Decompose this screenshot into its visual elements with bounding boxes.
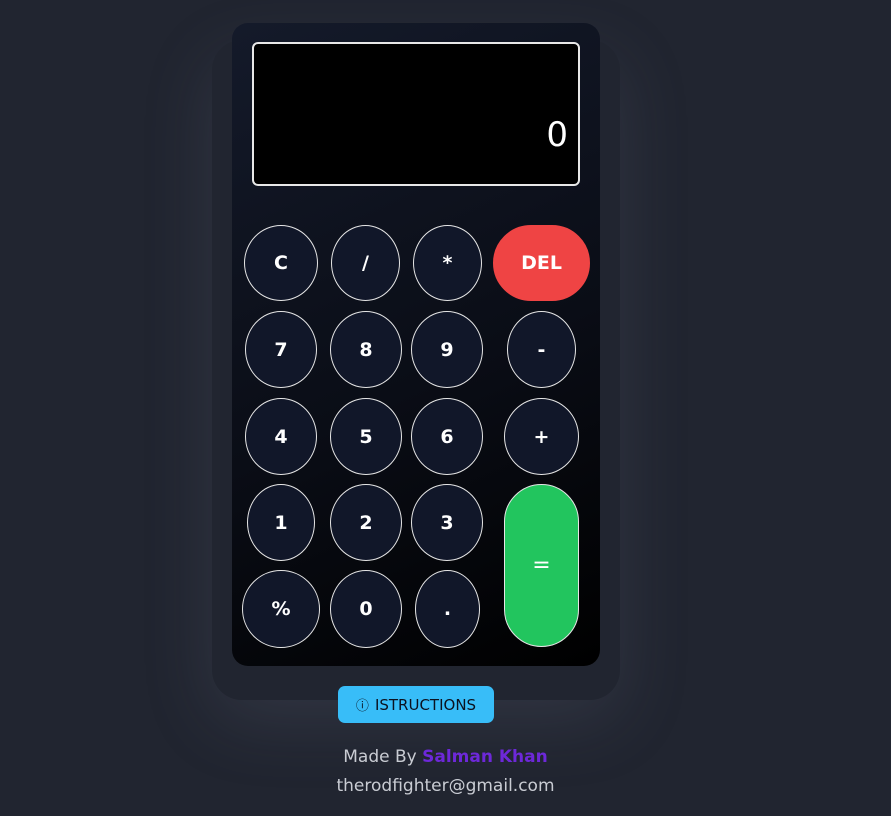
plus-button[interactable]: + xyxy=(504,398,579,475)
author-email: therodfighter@gmail.com xyxy=(336,776,555,796)
percent-button[interactable]: % xyxy=(242,570,320,648)
display-value: 0 xyxy=(546,115,568,155)
author-name: Salman Khan xyxy=(422,747,548,767)
seven-button[interactable]: 7 xyxy=(245,311,317,388)
info-icon: ⓘ xyxy=(355,699,369,714)
one-button[interactable]: 1 xyxy=(247,484,315,561)
five-button[interactable]: 5 xyxy=(330,398,402,475)
four-button[interactable]: 4 xyxy=(245,398,317,475)
minus-button[interactable]: - xyxy=(507,311,576,388)
clear-button[interactable]: C xyxy=(244,225,318,301)
instructions-button[interactable]: ⓘ ISTRUCTIONS xyxy=(338,686,494,723)
delete-button[interactable]: DEL xyxy=(493,225,590,301)
three-button[interactable]: 3 xyxy=(411,484,483,561)
two-button[interactable]: 2 xyxy=(330,484,402,561)
instructions-label: ISTRUCTIONS xyxy=(374,695,477,714)
divide-button[interactable]: / xyxy=(331,225,400,301)
credit-line: Made By Salman Khan xyxy=(30,747,861,767)
nine-button[interactable]: 9 xyxy=(411,311,483,388)
six-button[interactable]: 6 xyxy=(411,398,483,475)
multiply-button[interactable]: * xyxy=(413,225,482,301)
credit-prefix: Made By xyxy=(343,747,417,767)
dot-button[interactable]: . xyxy=(415,570,480,648)
display-screen: 0 xyxy=(252,42,580,186)
zero-button[interactable]: 0 xyxy=(330,570,402,648)
eight-button[interactable]: 8 xyxy=(330,311,402,388)
equals-button[interactable]: = xyxy=(504,484,579,647)
